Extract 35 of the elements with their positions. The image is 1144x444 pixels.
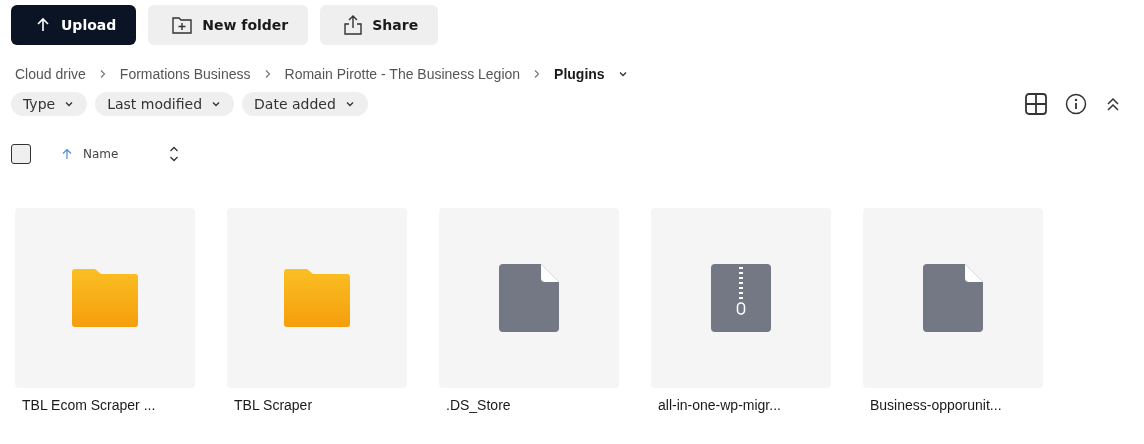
- file-icon: [923, 264, 983, 332]
- file-thumbnail[interactable]: [651, 208, 831, 388]
- grid-view-button[interactable]: [1025, 93, 1047, 115]
- share-button[interactable]: Share: [320, 5, 439, 45]
- folder-icon: [284, 269, 350, 327]
- file-thumbnail[interactable]: [227, 208, 407, 388]
- filter-dropdown[interactable]: Last modified: [95, 92, 235, 116]
- file-name: Business-opporunit...: [869, 397, 1003, 413]
- folder-plus-icon: [172, 16, 193, 34]
- new-folder-button[interactable]: New folder: [148, 5, 309, 45]
- share-icon: [344, 15, 363, 35]
- name-sort-button[interactable]: Name: [61, 145, 181, 163]
- breadcrumb-link[interactable]: Plugins: [554, 66, 605, 82]
- file-name: .DS_Store: [445, 397, 512, 413]
- file-name: TBL Scraper: [233, 397, 314, 413]
- file-name: TBL Ecom Scraper ...: [21, 397, 157, 413]
- breadcrumb-link[interactable]: Romain Pirotte - The Business Legion: [284, 66, 521, 82]
- file-thumbnail[interactable]: [15, 208, 195, 388]
- breadcrumb-link[interactable]: Cloud drive: [15, 66, 86, 82]
- select-all-checkbox[interactable]: [11, 144, 31, 164]
- arrow-up-icon: [61, 148, 73, 160]
- folder-icon: [72, 269, 138, 327]
- filter-dropdown[interactable]: Type: [11, 92, 88, 116]
- sort-icon: [168, 145, 181, 163]
- zip-file-icon: [711, 264, 771, 332]
- upload-button[interactable]: Upload: [11, 5, 137, 45]
- collapse-button[interactable]: [1105, 96, 1121, 112]
- filter-dropdown[interactable]: Date added: [242, 92, 368, 116]
- breadcrumb-link[interactable]: Formations Business: [119, 66, 251, 82]
- file-icon: [499, 264, 559, 332]
- info-button[interactable]: [1065, 93, 1087, 115]
- file-thumbnail[interactable]: [439, 208, 619, 388]
- file-thumbnail[interactable]: [863, 208, 1043, 388]
- upload-icon: [35, 17, 51, 33]
- file-name: all-in-one-wp-migr...: [657, 397, 782, 413]
